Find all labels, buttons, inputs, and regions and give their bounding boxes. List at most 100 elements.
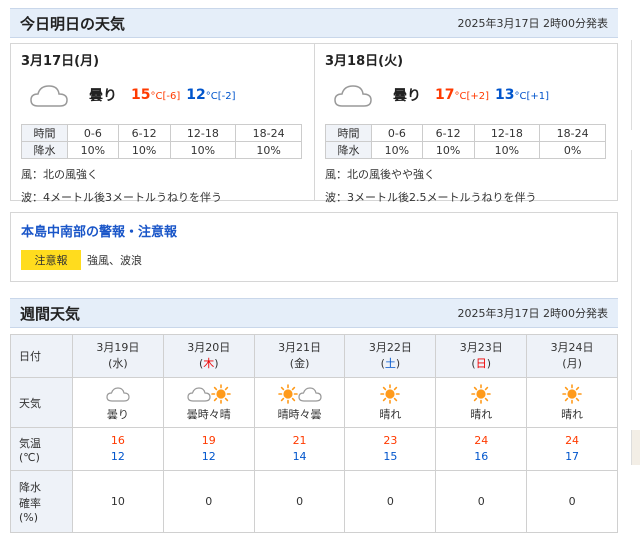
rain-header-cell: 18-24 [235, 124, 302, 142]
weekly-high-temp: 24 [474, 434, 489, 447]
weather-icons [527, 383, 617, 404]
dow-char: 木 [203, 357, 215, 370]
rain-probability-table: 時間 0-6 6-12 12-18 18-24 降水 10% 10% 10% 0… [325, 124, 606, 159]
today-tomorrow-forecast: 3月17日(月) 曇り 15°C[-6] 12°C[-2] 時間 0-6 6-1… [10, 43, 618, 204]
weekly-date-cell: 3月19日 (水) [72, 334, 164, 378]
weekly-low-temp: 16 [474, 450, 489, 463]
weather-icons [345, 383, 435, 404]
sun-icon [562, 383, 582, 404]
low-temp: 13°C[+1] [495, 87, 549, 103]
rain-header-cell: 0-6 [67, 124, 119, 142]
weekly-high-temp: 19 [201, 434, 216, 447]
row-label-date: 日付 [10, 334, 73, 378]
weekly-low-temp: 15 [383, 450, 398, 463]
rain-header-cell: 0-6 [371, 124, 423, 142]
cloud-icon [106, 386, 130, 402]
cloud-icon [334, 85, 372, 107]
rain-value-cell: 10% [371, 141, 423, 159]
rain-value-cell: 10% [169, 141, 237, 159]
high-temp-diff: [-6] [162, 91, 181, 102]
day-date: 3月18日(火) [325, 54, 404, 69]
weekly-low-temp: 14 [292, 450, 307, 463]
row-label-rain: 降水 確率 (%) [10, 470, 73, 533]
rain-value-cell: 降水 [21, 141, 68, 159]
day-forecast-tomorrow: 3月18日(火) 曇り 17°C[+2] 13°C[+1] 時間 0-6 6-1… [314, 44, 617, 204]
weekly-date-cell: 3月24日 (月) [526, 334, 618, 378]
cloud-icon [297, 386, 322, 402]
low-temp-diff: [-2] [217, 91, 236, 102]
weekly-rain-cell: 0 [526, 470, 618, 533]
weekly-date: 3月20日 [187, 341, 231, 354]
weekly-weather-cell: 晴れ [344, 377, 437, 428]
weekly-day-of-week: (木) [164, 356, 254, 372]
rain-value-cell: 0% [539, 141, 606, 159]
row-label-line: 確率 [19, 497, 41, 510]
section-title: 今日明日の天気 [20, 14, 126, 33]
dow-char: 月 [566, 357, 578, 370]
rain-header-cell: 12-18 [169, 124, 237, 142]
rain-value-cell: 10% [117, 141, 171, 159]
weekly-temp-cell: 16 12 [72, 427, 164, 471]
day-forecast-today: 3月17日(月) 曇り 15°C[-6] 12°C[-2] 時間 0-6 6-1… [11, 44, 314, 204]
weekly-header: 週間天気 2025年3月17日 2時00分発表 [10, 298, 618, 328]
adjacent-panel-edge [631, 150, 640, 400]
high-temp-diff: [+2] [466, 91, 490, 102]
temperature-row: 気温 (℃) 16 12 19 12 21 14 23 15 24 16 24 17 [10, 427, 618, 471]
cloud-icon [30, 85, 68, 107]
weekly-weather-label: 晴れ [470, 407, 493, 421]
date-row: 日付 3月19日 (水) 3月20日 (木) 3月21日 (金) 3月22日 (土) 3月23日… [10, 334, 618, 378]
dow-paren: ) [577, 357, 582, 370]
wind-text: 風：北の風強く [21, 168, 98, 181]
low-temp: 12°C[-2] [186, 87, 235, 103]
dow-char: 日 [475, 357, 487, 370]
weekly-date: 3月23日 [459, 341, 503, 354]
weekly-day-of-week: (水) [73, 356, 163, 372]
warning-badge: 注意報 [21, 250, 81, 270]
rain-header-row: 時間 0-6 6-12 12-18 18-24 [325, 124, 606, 142]
dow-char: 土 [384, 357, 396, 370]
high-temp-value: 17 [435, 87, 455, 103]
rain-header-cell: 6-12 [117, 124, 171, 142]
weather-label: 曇り [393, 88, 421, 104]
warning-row: 注意報 強風、波浪 [21, 250, 607, 270]
rain-probability-table: 時間 0-6 6-12 12-18 18-24 降水 10% 10% 10% 1… [21, 124, 302, 159]
weekly-weather-label: 曇時々晴 [186, 407, 231, 421]
weekly-weather-cell: 晴れ [526, 377, 618, 428]
sun-icon [471, 383, 492, 404]
cloud-icon [187, 386, 211, 402]
wave-text: 波：3メートル後2.5メートルうねりを伴う [325, 191, 537, 204]
weekly-date-cell: 3月20日 (木) [162, 334, 255, 378]
dow-paren: ) [395, 357, 401, 370]
weekly-date: 3月19日 [96, 341, 140, 354]
day-weather-summary: 曇り 15°C[-6] 12°C[-2] [21, 76, 304, 114]
weekly-weather-cell: 曇り [72, 377, 164, 428]
weekly-forecast-table: 日付 3月19日 (水) 3月20日 (木) 3月21日 (金) 3月22日 (土) 3月23日… [10, 334, 618, 533]
today-tomorrow-header: 今日明日の天気 2025年3月17日 2時00分発表 [10, 8, 618, 38]
day-weather-summary: 曇り 17°C[+2] 13°C[+1] [325, 76, 607, 114]
weekly-day-of-week: (金) [255, 356, 345, 372]
temp-unit: °C [454, 91, 467, 102]
high-temp: 17°C[+2] [435, 87, 489, 103]
rain-header-cell: 時間 [325, 124, 372, 142]
rain-header-row: 時間 0-6 6-12 12-18 18-24 [21, 124, 302, 142]
section-title: 週間天気 [20, 304, 81, 323]
weekly-weather-label: 晴れ [561, 407, 584, 421]
temp-unit: °C [205, 91, 218, 102]
rain-value-row: 降水 10% 10% 10% 10% [21, 141, 302, 159]
temp-unit: °C [514, 91, 527, 102]
row-label-line: (℃) [19, 450, 40, 464]
warning-box: 本島中南部の警報・注意報 注意報 強風、波浪 [10, 212, 618, 282]
rain-value-cell: 10% [473, 141, 541, 159]
row-label-line: (%) [19, 511, 39, 524]
weekly-temp-cell: 23 15 [344, 427, 437, 471]
weather-icons [73, 384, 163, 404]
rain-row: 降水 確率 (%) 10 0 0 0 0 0 [10, 470, 618, 533]
weekly-rain-cell: 0 [253, 470, 346, 533]
issued-time: 2025年3月17日 2時00分発表 [457, 307, 608, 320]
weekly-date-cell: 3月23日 (日) [435, 334, 528, 378]
warning-title-link[interactable]: 本島中南部の警報・注意報 [21, 221, 607, 240]
rain-value-cell: 10% [235, 141, 302, 159]
weekly-date-cell: 3月22日 (土) [344, 334, 437, 378]
weekly-date-cell: 3月21日 (金) [253, 334, 346, 378]
dow-paren: ) [305, 357, 310, 370]
